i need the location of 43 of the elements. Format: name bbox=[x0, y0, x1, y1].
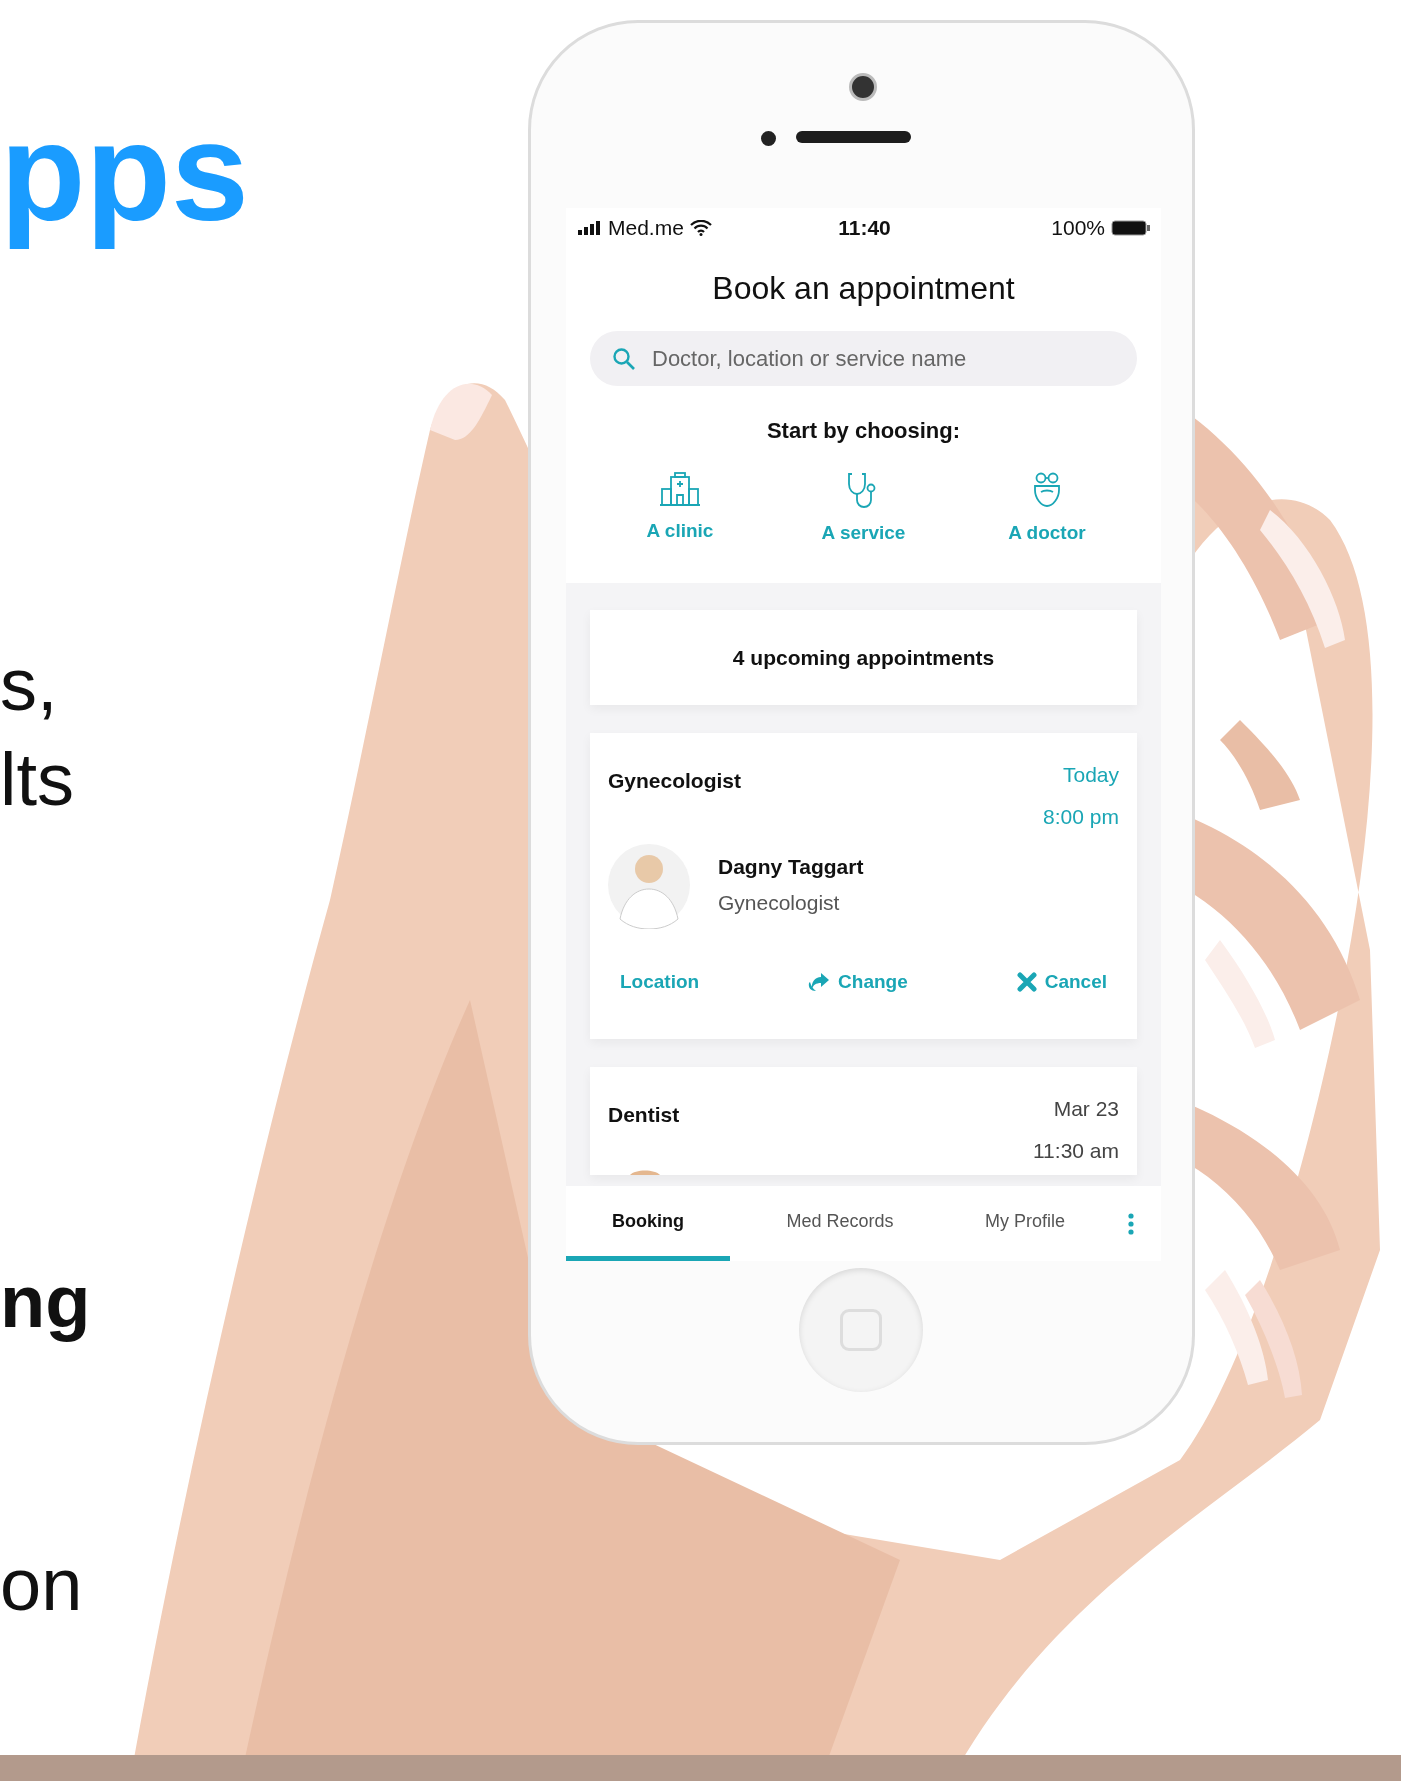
search-icon bbox=[612, 347, 636, 371]
more-icon[interactable] bbox=[1127, 1212, 1134, 1235]
camera bbox=[849, 73, 877, 101]
doctor-choice[interactable]: A doctor bbox=[977, 472, 1117, 544]
doctor-role: Gynecologist bbox=[718, 891, 841, 915]
appointment-card[interactable]: Gynecologist Today 8:00 pm Dagny Taggart Gynecologist Location Change Cancel bbox=[590, 733, 1137, 1039]
hospital-icon bbox=[660, 472, 700, 506]
text-fragment: on bbox=[0, 1544, 83, 1626]
appointment-specialty: Dentist bbox=[608, 1103, 680, 1127]
avatar bbox=[630, 1169, 660, 1175]
tab[interactable]: Med Records bbox=[730, 1186, 950, 1261]
tab[interactable]: Booking bbox=[566, 1186, 730, 1261]
change-button[interactable]: Change bbox=[808, 971, 908, 993]
sensor bbox=[761, 131, 776, 146]
text-fragment: ng bbox=[0, 1260, 91, 1343]
doctor-icon bbox=[1031, 472, 1063, 508]
search-field[interactable]: Doctor, location or service name bbox=[590, 331, 1137, 386]
battery-percent: 100% bbox=[1051, 216, 1105, 240]
appointment-card[interactable]: Dentist Mar 23 11:30 am bbox=[590, 1067, 1137, 1175]
wifi-icon bbox=[689, 220, 712, 236]
close-icon bbox=[1016, 972, 1037, 992]
text-fragment: lts bbox=[0, 739, 74, 821]
headline-fragment: pps bbox=[0, 95, 249, 249]
doctor-name: Dagny Taggart bbox=[718, 855, 864, 879]
share-arrow-icon bbox=[808, 972, 831, 992]
appointment-time: 11:30 am bbox=[1033, 1139, 1119, 1163]
appointment-date: Mar 23 bbox=[1053, 1097, 1119, 1121]
location-button[interactable]: Location bbox=[620, 971, 700, 993]
signal-icon bbox=[578, 221, 602, 235]
clinic-choice[interactable]: A clinic bbox=[610, 472, 750, 544]
appointment-date: Today bbox=[1062, 763, 1119, 787]
appointment-specialty: Gynecologist bbox=[608, 769, 742, 793]
text-fragment: s, bbox=[0, 644, 58, 726]
choose-label: Start by choosing: bbox=[766, 418, 961, 444]
carrier-name: Med.me bbox=[608, 216, 684, 240]
appointments-summary: 4 upcoming appointments bbox=[590, 610, 1137, 705]
screen-title: Book an appointment bbox=[712, 270, 1015, 307]
battery-icon bbox=[1111, 220, 1151, 236]
clock: 11:40 bbox=[838, 216, 891, 240]
appointment-time: 8:00 pm bbox=[1043, 805, 1119, 829]
cancel-button[interactable]: Cancel bbox=[1016, 971, 1107, 993]
service-choice[interactable]: A service bbox=[793, 472, 934, 544]
tab[interactable]: My Profile bbox=[950, 1186, 1100, 1261]
